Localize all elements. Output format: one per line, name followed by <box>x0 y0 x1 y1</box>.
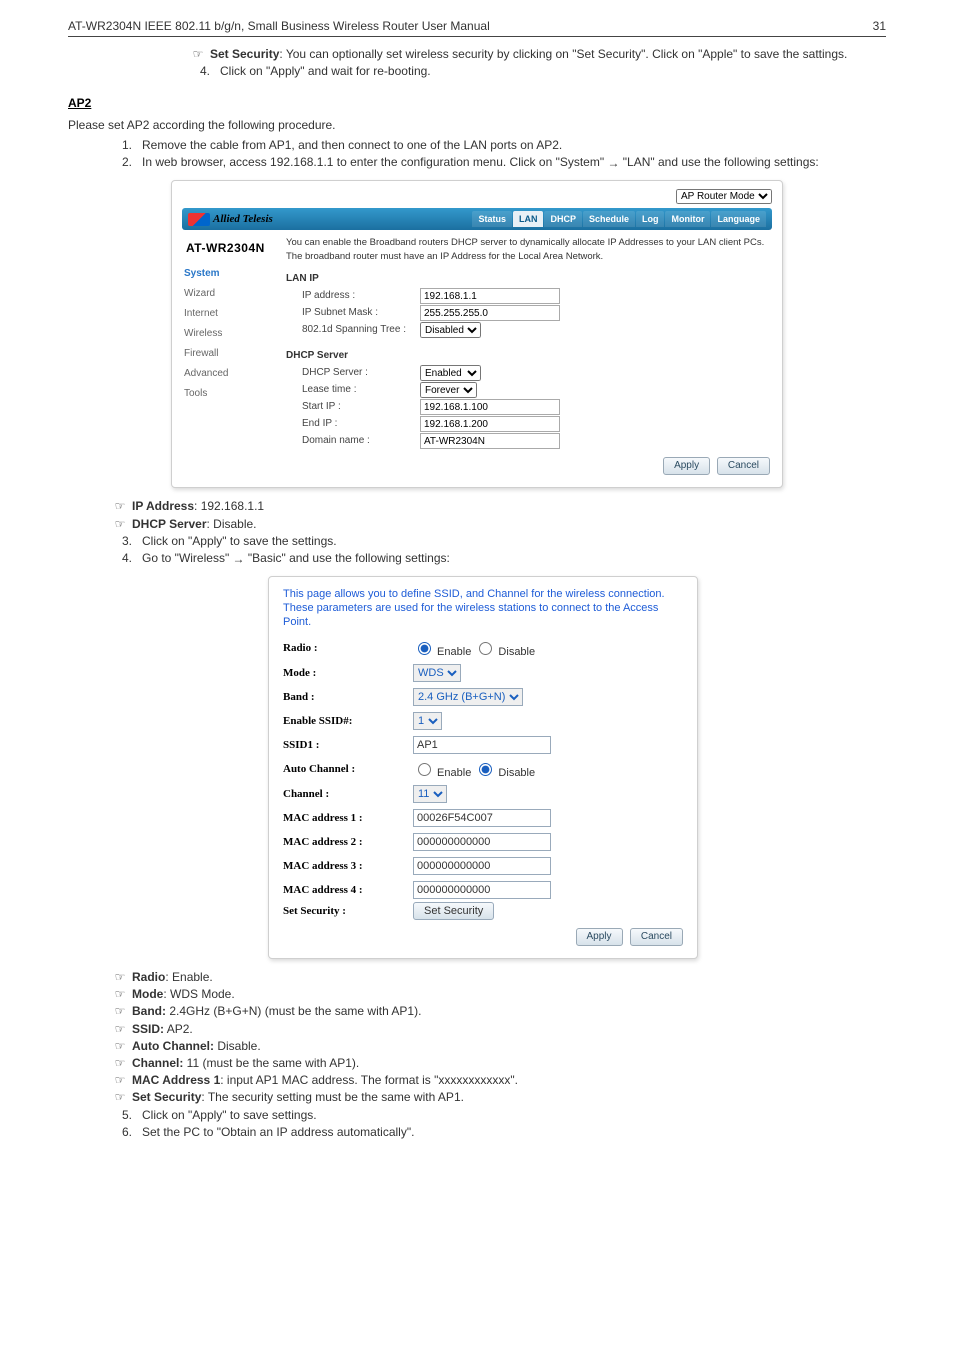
ap2-lead: Please set AP2 according the following p… <box>68 117 886 133</box>
ap-mode-select[interactable]: AP Router Mode <box>676 189 772 204</box>
tab-language[interactable]: Language <box>711 211 766 227</box>
brand-logo: Allied Telesis <box>188 213 273 226</box>
hand-icon: ☞ <box>108 1003 132 1019</box>
apply-button[interactable]: Apply <box>576 928 623 946</box>
arrow-icon: → <box>233 551 245 567</box>
tab-schedule[interactable]: Schedule <box>583 211 635 227</box>
tab-status[interactable]: Status <box>472 211 512 227</box>
hand-icon: ☞ <box>108 1021 132 1037</box>
tab-lan[interactable]: LAN <box>513 211 544 227</box>
hand-icon: ☞ <box>108 969 132 985</box>
tab-dhcp[interactable]: DHCP <box>544 211 582 227</box>
hand-icon: ☞ <box>108 1055 132 1071</box>
hand-icon: ☞ <box>186 46 210 62</box>
step-4-num: 4. <box>186 63 210 79</box>
nav-internet[interactable]: Internet <box>184 304 268 324</box>
step-4-text: Click on "Apply" and wait for re-booting… <box>220 63 886 79</box>
hand-icon: ☞ <box>108 1089 132 1105</box>
nav-firewall[interactable]: Firewall <box>184 344 268 364</box>
hand-icon: ☞ <box>108 498 132 514</box>
hand-icon: ☞ <box>108 986 132 1002</box>
arrow-icon: → <box>607 155 619 171</box>
tab-log[interactable]: Log <box>636 211 665 227</box>
nav-system[interactable]: System <box>184 264 268 284</box>
nav-wireless[interactable]: Wireless <box>184 324 268 344</box>
hand-icon: ☞ <box>108 1072 132 1088</box>
hand-icon: ☞ <box>108 1038 132 1054</box>
wireless-desc: This page allows you to define SSID, and… <box>283 587 683 629</box>
header-page-number: 31 <box>873 18 886 34</box>
apply-button[interactable]: Apply <box>663 457 710 475</box>
set-security-button[interactable]: Set Security <box>413 902 494 920</box>
after1-s4: Go to "Wireless" → "Basic" and use the f… <box>142 550 886 566</box>
screenshot-router-lan: AP Router Mode Allied Telesis StatusLAND… <box>171 180 783 488</box>
nav-wizard[interactable]: Wizard <box>184 284 268 304</box>
ap2-s2: In web browser, access 192.168.1.1 to en… <box>142 154 886 170</box>
intro-set-security: Set Security: You can optionally set wir… <box>210 46 886 62</box>
hand-icon: ☞ <box>108 516 132 532</box>
after2-s5: Click on "Apply" to save settings. <box>142 1107 886 1123</box>
after1-s3: Click on "Apply" to save the settings. <box>142 533 886 549</box>
ap2-n1: 1. <box>108 137 132 153</box>
ap2-heading: AP2 <box>68 95 91 111</box>
screenshot-wireless-basic: This page allows you to define SSID, and… <box>268 576 698 959</box>
header-left: AT-WR2304N IEEE 802.11 b/g/n, Small Busi… <box>68 18 490 34</box>
tab-monitor[interactable]: Monitor <box>665 211 710 227</box>
ap2-s1: Remove the cable from AP1, and then conn… <box>142 137 886 153</box>
cancel-button[interactable]: Cancel <box>630 928 683 946</box>
cancel-button[interactable]: Cancel <box>717 457 770 475</box>
lanip-title: LAN IP <box>286 272 770 286</box>
after2-s6: Set the PC to "Obtain an IP address auto… <box>142 1124 886 1140</box>
nav-advanced[interactable]: Advanced <box>184 364 268 384</box>
nav-tools[interactable]: Tools <box>184 384 268 404</box>
model-label: AT-WR2304N <box>186 242 268 254</box>
dhcp-title: DHCP Server <box>286 349 770 363</box>
lan-note: You can enable the Broadband routers DHC… <box>286 236 770 264</box>
ap2-n2: 2. <box>108 154 132 170</box>
